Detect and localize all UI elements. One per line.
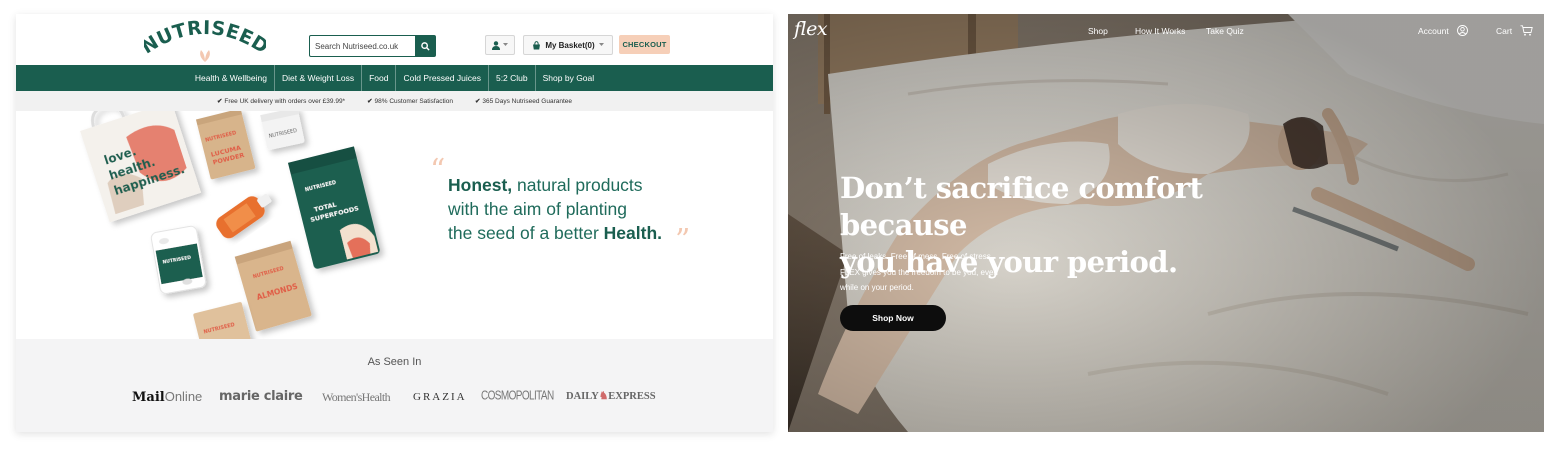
logo-text: NUTRISEED [144, 20, 266, 58]
nav-how-it-works[interactable]: How It Works [1135, 26, 1185, 36]
usp-bar: ✔ Free UK delivery with orders over £39.9… [16, 91, 773, 111]
check-icon: ✔ [216, 98, 223, 105]
nav-food[interactable]: Food [362, 65, 397, 91]
products-image[interactable]: love. health. happiness. NUTRISEED LUCUM… [16, 111, 396, 339]
mailonline-logo: MailOnline [132, 389, 203, 405]
tote-bag: love. health. happiness. [80, 111, 202, 223]
check-icon: ✔ [367, 98, 373, 105]
as-seen-in-title: As Seen In [367, 356, 422, 368]
grazia-logo: GRAZIA [413, 391, 467, 403]
womens-health-logo: Women'sHealth [322, 390, 391, 404]
svg-text:NUTRISEED: NUTRISEED [144, 20, 266, 58]
account-button[interactable] [485, 35, 515, 55]
header: NUTRISEED My Basket(0) [16, 14, 773, 65]
nav-shop-by-goal[interactable]: Shop by Goal [536, 65, 602, 91]
leaf-icon [200, 50, 210, 62]
marie-claire-logo: marie claire [219, 389, 303, 404]
search-icon [420, 41, 430, 51]
nav-account[interactable]: Account [1418, 26, 1449, 36]
search-input[interactable] [310, 36, 415, 56]
basket-label: My Basket(0) [545, 40, 595, 50]
chevron-down-icon [598, 43, 604, 46]
as-seen-in-section: As Seen In MailOnline marie claire Women… [16, 339, 773, 432]
almonds-pouch: NUTRISEED ALMONDS [234, 240, 312, 332]
cosmopolitan-logo: COSMOPOLITAN [481, 389, 554, 404]
usp-item: ✔ 365 Days Nutriseed Guarantee [474, 98, 573, 105]
main-nav: Health & Wellbeing Diet & Weight Loss Fo… [16, 65, 773, 91]
hero-banner: love. health. happiness. NUTRISEED LUCUM… [16, 111, 773, 339]
capsule-jar: NUTRISEED [150, 225, 207, 294]
hero-subtext: Free of leaks. Free of mess. Free of str… [840, 252, 998, 292]
usp-item: ✔ 98% Customer Satisfaction [367, 98, 453, 105]
nav-shop[interactable]: Shop [1088, 26, 1108, 36]
cart-icon[interactable] [1520, 25, 1533, 36]
usp-item: ✔ Free UK delivery with orders over £39.9… [216, 98, 346, 105]
search-button[interactable] [415, 36, 435, 56]
nav-diet-weight-loss[interactable]: Diet & Weight Loss [275, 65, 363, 91]
basket-button[interactable]: My Basket(0) [523, 35, 613, 55]
nav-take-quiz[interactable]: Take Quiz [1206, 26, 1244, 36]
search-box [309, 35, 436, 57]
publication-logos: MailOnline marie claire Women'sHealth GR… [132, 389, 662, 409]
checkout-button[interactable]: CHECKOUT [619, 35, 670, 54]
open-quote-icon: “ [430, 153, 446, 188]
crusader-icon: ♞ [598, 391, 609, 402]
flex-page: flex Shop How It Works Take Quiz Account… [788, 14, 1544, 432]
check-icon: ✔ [474, 98, 481, 105]
top-nav: Shop How It Works Take Quiz Account Cart [788, 25, 1544, 40]
hero-tagline: Honest, natural products with the aim of… [448, 175, 663, 243]
superfoods-tub: NUTRISEED TOTAL SUPERFOODS [287, 146, 380, 269]
chevron-down-icon [503, 43, 508, 46]
lucuma-pouch: NUTRISEED LUCUMA POWDER [195, 111, 256, 180]
nutriseed-page: NUTRISEED My Basket(0) [16, 14, 773, 432]
basket-icon [533, 40, 541, 49]
nav-5-2-club[interactable]: 5:2 Club [489, 65, 536, 91]
nutriseed-logo[interactable]: NUTRISEED [144, 20, 266, 64]
nav-cold-pressed-juices[interactable]: Cold Pressed Juices [396, 65, 489, 91]
account-icon[interactable] [1457, 25, 1468, 36]
white-jar: NUTRISEED [260, 111, 305, 150]
nav-health-wellbeing[interactable]: Health & Wellbeing [188, 65, 275, 91]
pouch-bottom: NUTRISEED [193, 302, 256, 339]
nav-cart[interactable]: Cart [1496, 26, 1512, 36]
juice-bottle [216, 193, 272, 239]
close-quote-icon: ” [675, 223, 691, 258]
shop-now-button[interactable]: Shop Now [840, 305, 946, 331]
daily-express-logo: DAILY♞EXPRESS [566, 391, 656, 402]
user-icon [492, 40, 500, 50]
